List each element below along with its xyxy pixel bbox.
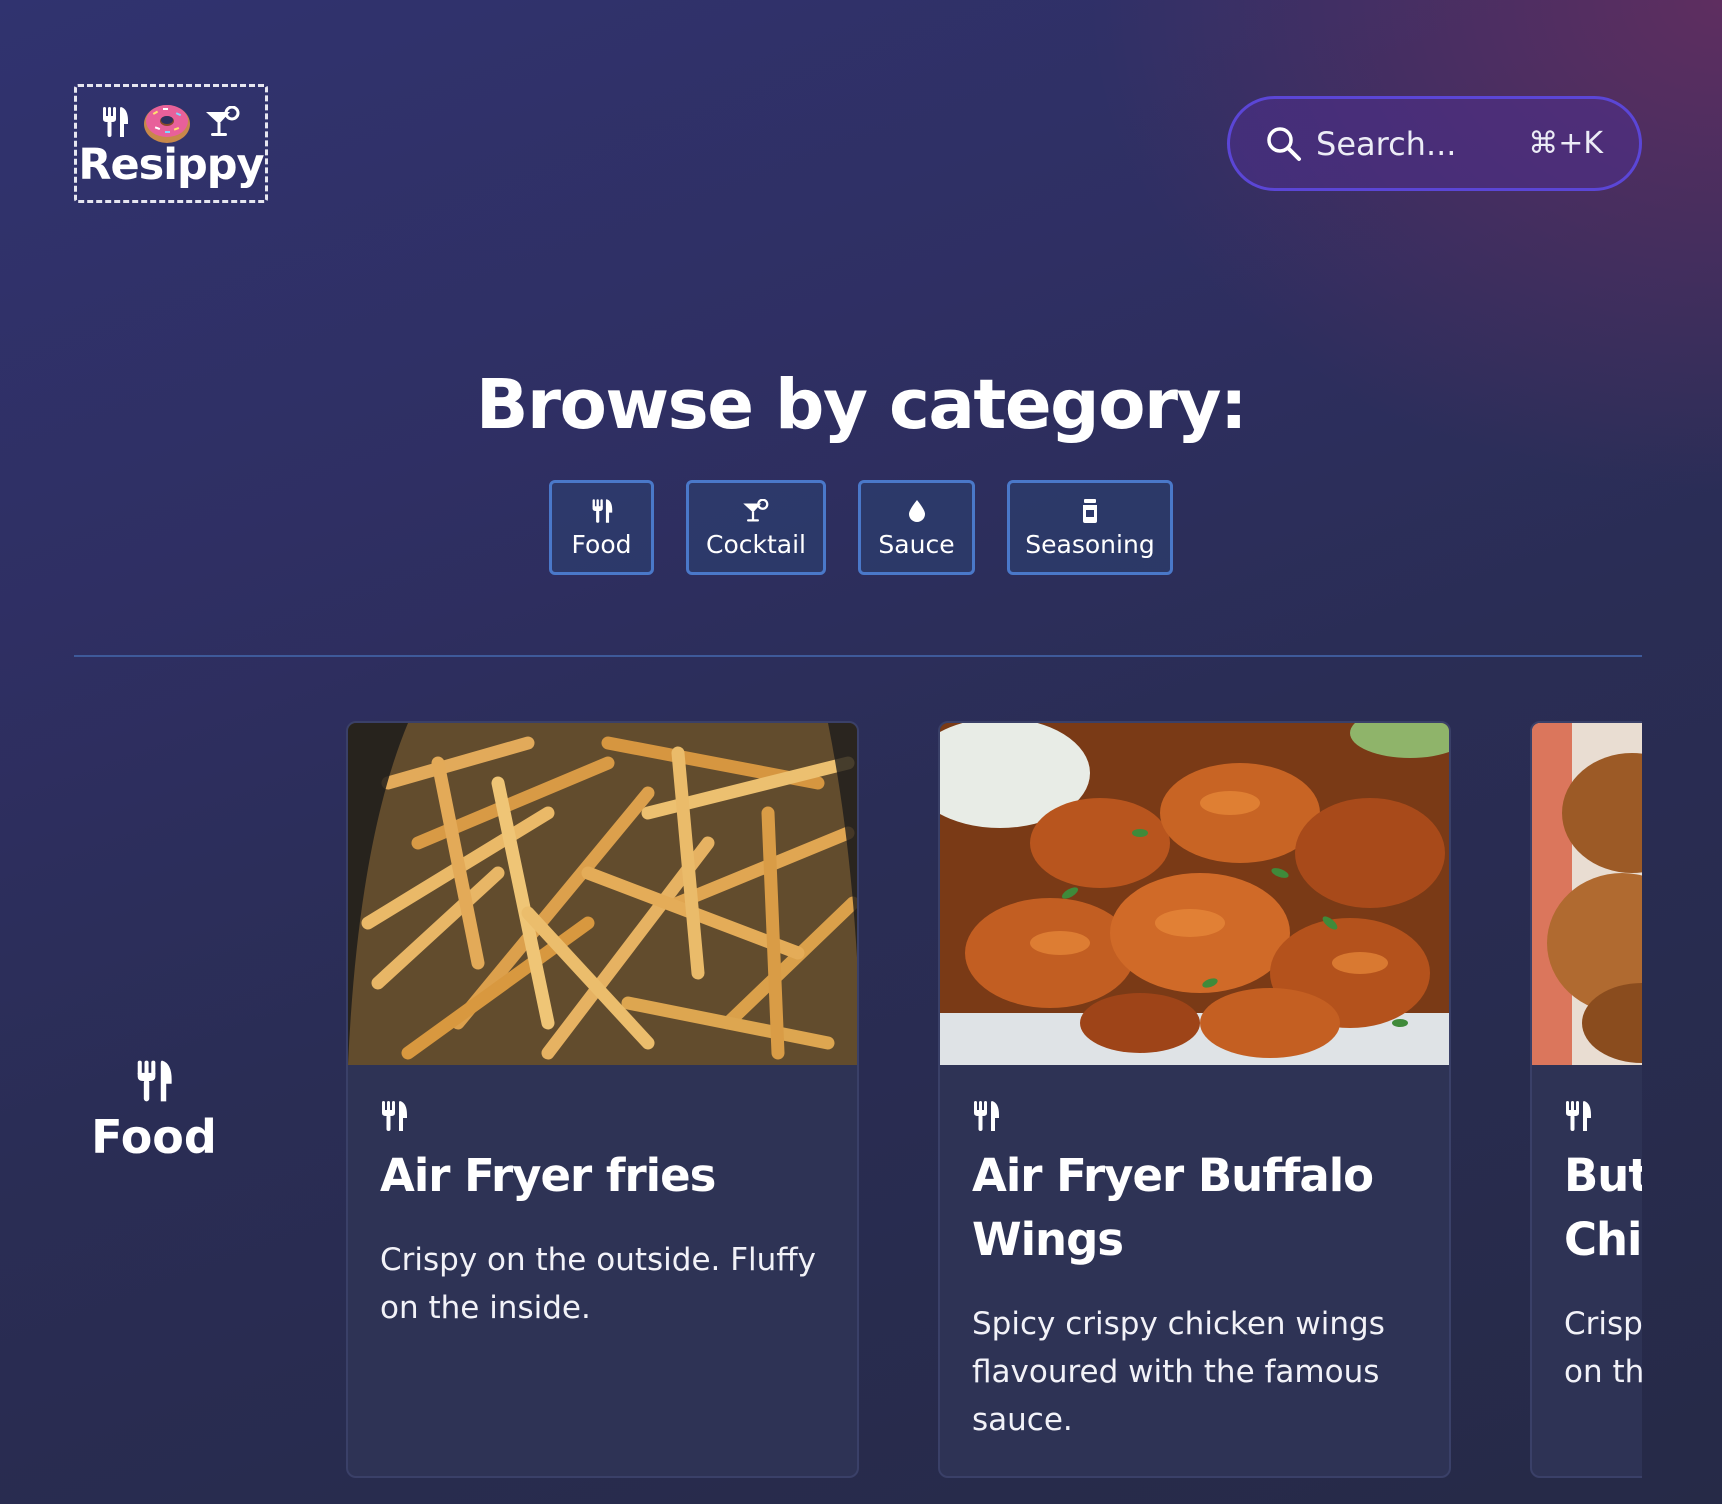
recipe-description: Crispy on the outside. Fluffy on the ins…	[380, 1242, 817, 1326]
fries-photo	[348, 723, 857, 1065]
section-label: Food	[74, 1060, 234, 1164]
section-title: Food	[91, 1110, 217, 1164]
utensils-icon	[382, 1101, 407, 1131]
logo[interactable]: Resippy	[74, 84, 268, 203]
utensils-icon	[591, 496, 613, 526]
search-input[interactable]: Search... ⌘+K	[1227, 96, 1642, 191]
utensils-icon	[137, 1060, 172, 1102]
recipe-title: Air Fryer fries	[380, 1149, 716, 1202]
app-name: Resippy	[78, 139, 264, 190]
category-label: Seasoning	[1025, 530, 1155, 559]
recipe-carousel: Air Fryer fries Crispy on the outside. F…	[346, 721, 1642, 1478]
category-label: Food	[571, 530, 632, 559]
category-food-button[interactable]: Food	[549, 480, 654, 575]
utensils-icon	[974, 1101, 999, 1131]
recipe-card[interactable]: Air Fryer fries Crispy on the outside. F…	[346, 721, 859, 1478]
category-seasoning-button[interactable]: Seasoning	[1007, 480, 1173, 575]
donut-icon	[144, 104, 190, 143]
recipe-description: Spicy crispy chicken wings flavoured wit…	[972, 1306, 1385, 1438]
cocktail-icon	[206, 105, 240, 136]
utensils-icon	[1566, 1101, 1591, 1131]
logo-icons	[101, 100, 241, 144]
divider	[74, 655, 1642, 657]
category-label: Cocktail	[706, 530, 806, 559]
search-icon	[1267, 126, 1301, 161]
recipe-card[interactable]: Buttermilk Fried Chicken Crispy on the o…	[1530, 721, 1642, 1478]
category-sauce-button[interactable]: Sauce	[858, 480, 975, 575]
utensils-icon	[103, 106, 128, 137]
recipe-description: Crispy on the outside, juicy on the insi…	[1564, 1306, 1642, 1390]
wings-photo	[940, 723, 1449, 1065]
search-shortcut: ⌘+K	[1528, 126, 1603, 161]
category-label: Sauce	[878, 530, 955, 559]
recipe-card[interactable]: Air Fryer Buffalo Wings Spicy crispy chi…	[938, 721, 1451, 1478]
category-buttons: Food Cocktail Sauce Seasoning	[0, 480, 1722, 575]
jar-icon	[1081, 496, 1099, 526]
browse-title: Browse by category:	[475, 365, 1248, 445]
search-placeholder: Search...	[1316, 124, 1457, 163]
cocktail-icon	[742, 496, 770, 526]
fried-chicken-photo	[1532, 723, 1642, 1065]
recipe-title: Buttermilk Fried Chicken	[1564, 1149, 1642, 1266]
recipe-title: Air Fryer Buffalo Wings	[972, 1149, 1374, 1266]
category-cocktail-button[interactable]: Cocktail	[686, 480, 826, 575]
droplet-icon	[908, 496, 926, 526]
